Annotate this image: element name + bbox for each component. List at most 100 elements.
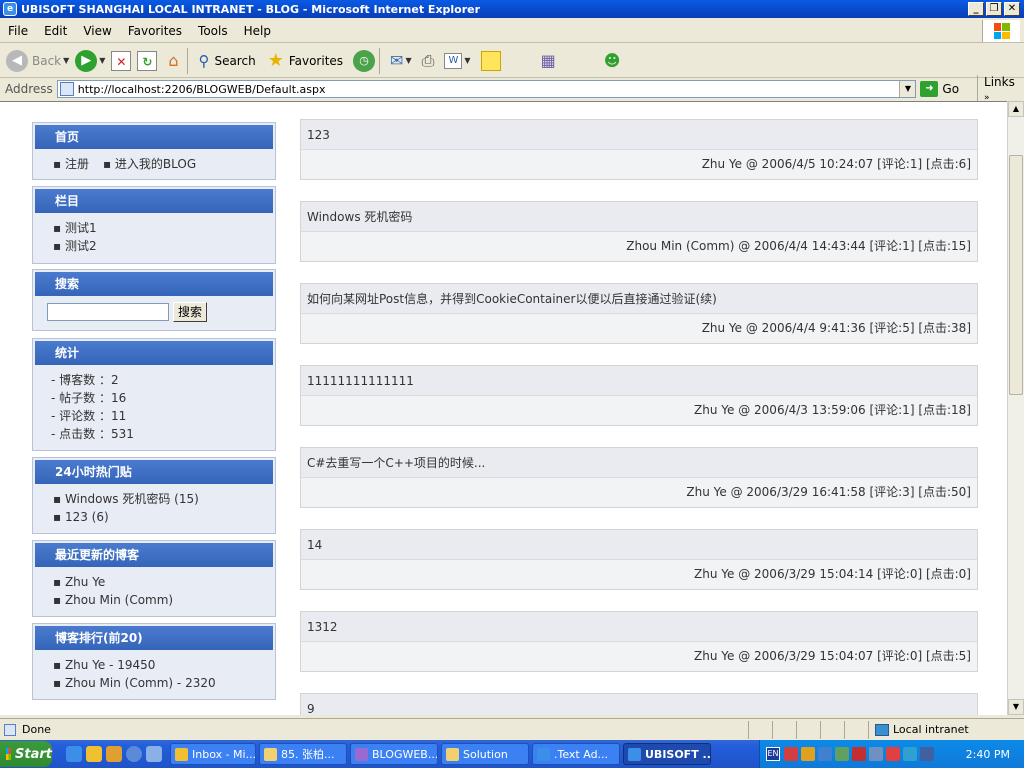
menu-view[interactable]: View	[75, 24, 119, 38]
forward-dropdown-icon[interactable]: ▼	[99, 56, 105, 65]
box-search: 搜索 搜索	[32, 269, 276, 331]
home-button[interactable]: ⌂	[163, 51, 183, 71]
category-link[interactable]: ▪ 测试1	[53, 219, 275, 237]
post-title-link[interactable]: 如何向某网址Post信息，并得到CookieContainer以便以后直接通过验…	[301, 284, 977, 314]
title-bar[interactable]: e UBISOFT SHANGHAI LOCAL INTRANET - BLOG…	[0, 0, 1024, 18]
recent-blog-link[interactable]: ▪ Zhu Ye	[53, 573, 275, 591]
back-button[interactable]: ◀ Back ▼	[6, 49, 69, 72]
outlook-icon	[175, 747, 188, 761]
outlook-quicklaunch-icon[interactable]	[86, 746, 102, 762]
my-blog-link[interactable]: ▪ 进入我的BLOG	[103, 155, 196, 173]
post-meta: Zhu Ye @ 2006/4/4 9:41:36 [评论:5] [点击:38]	[701, 321, 971, 335]
post-title-link[interactable]: 1312	[301, 612, 977, 642]
category-link[interactable]: ▪ 测试2	[53, 237, 275, 255]
tray-icon[interactable]	[903, 747, 917, 761]
favorites-button[interactable]: ★ Favorites	[268, 50, 343, 71]
language-indicator[interactable]: EN	[766, 747, 780, 761]
forward-button[interactable]: ▶ ▼	[75, 49, 105, 72]
tray-icons	[784, 747, 934, 761]
tray-icon[interactable]	[886, 747, 900, 761]
security-zone[interactable]: Local intranet	[868, 720, 1024, 739]
task-button-text-admin[interactable]: .Text Ad...	[532, 743, 620, 765]
tray-icon[interactable]	[920, 747, 934, 761]
task-button-solution[interactable]: Solution	[441, 743, 529, 765]
mail-dropdown-icon[interactable]: ▼	[405, 56, 411, 65]
search-button[interactable]: ⚲ Search	[198, 52, 255, 70]
start-button[interactable]: Start	[0, 741, 52, 767]
tray-icon[interactable]	[801, 747, 815, 761]
windows-logo	[982, 20, 1020, 42]
back-dropdown-icon[interactable]: ▼	[63, 56, 69, 65]
scroll-thumb[interactable]	[1009, 155, 1023, 395]
address-input[interactable]: http://localhost:2206/BLOGWEB/Default.as…	[56, 80, 917, 98]
hot-post-link[interactable]: ▪ Windows 死机密码 (15)	[53, 490, 275, 508]
close-button[interactable]: ✕	[1004, 2, 1020, 16]
recent-blog-link[interactable]: ▪ Zhou Min (Comm)	[53, 591, 275, 609]
print-button[interactable]: ⎙	[422, 51, 435, 71]
address-url[interactable]: http://localhost:2206/BLOGWEB/Default.as…	[78, 83, 326, 96]
box-stats: 统计 - 博客数 ：2 - 帖子数 ：16 - 评论数 ：11 - 点击数 ：5…	[32, 338, 276, 451]
mail-button[interactable]: ✉ ▼	[390, 51, 412, 70]
toolbar-separator	[187, 47, 189, 74]
search-submit-button[interactable]: 搜索	[173, 302, 208, 322]
menu-file[interactable]: File	[0, 24, 36, 38]
rank-blog-link[interactable]: ▪ Zhu Ye - 19450	[53, 656, 275, 674]
messenger-button[interactable]: ☻	[604, 51, 621, 70]
post-card: Windows 死机密码 Zhou Min (Comm) @ 2006/4/4 …	[300, 201, 978, 262]
task-button-zhang[interactable]: 85. 张柏...	[259, 743, 347, 765]
minimize-button[interactable]: _	[968, 2, 984, 16]
home-icon: ⌂	[168, 50, 179, 70]
search-input[interactable]	[47, 303, 169, 321]
app-quicklaunch-icon[interactable]	[146, 746, 162, 762]
research-button[interactable]: ▦	[541, 51, 556, 70]
vertical-scrollbar[interactable]: ▲ ▼	[1007, 101, 1024, 715]
ie-icon	[537, 747, 550, 761]
post-title-link[interactable]: 11111111111111	[301, 366, 977, 396]
stop-button[interactable]: ✕	[111, 50, 132, 71]
task-button-ubisoft[interactable]: UBISOFT ...	[623, 743, 711, 765]
box-recent: 最近更新的博客 ▪ Zhu Ye ▪ Zhou Min (Comm)	[32, 540, 276, 617]
post-title-link[interactable]: 14	[301, 530, 977, 560]
go-button[interactable]: ➜ Go	[920, 81, 959, 97]
scroll-down-icon[interactable]: ▼	[1008, 699, 1024, 715]
windows-flag-icon	[993, 23, 1010, 39]
task-button-inbox[interactable]: Inbox - Mi...	[170, 743, 256, 765]
address-dropdown-icon[interactable]: ▼	[899, 81, 916, 97]
media-quicklaunch-icon[interactable]	[126, 746, 142, 762]
tool-quicklaunch-icon[interactable]	[106, 746, 122, 762]
menu-tools[interactable]: Tools	[190, 24, 236, 38]
menu-favorites[interactable]: Favorites	[120, 24, 190, 38]
ie-quicklaunch-icon[interactable]	[66, 746, 82, 762]
refresh-icon: ↻	[137, 50, 158, 71]
post-title-link[interactable]: Windows 死机密码	[301, 202, 977, 232]
tray-icon[interactable]	[784, 747, 798, 761]
rank-blog-link[interactable]: ▪ Zhou Min (Comm) - 2320	[53, 674, 275, 692]
edit-button[interactable]: W ▼	[444, 52, 471, 69]
ie-app-icon[interactable]: e	[3, 2, 17, 16]
discuss-button[interactable]	[480, 50, 501, 71]
scroll-up-icon[interactable]: ▲	[1008, 101, 1024, 117]
tray-icon[interactable]	[835, 747, 849, 761]
menu-edit[interactable]: Edit	[36, 24, 75, 38]
tray-icon[interactable]	[818, 747, 832, 761]
register-link[interactable]: ▪ 注册	[53, 155, 89, 173]
history-button[interactable]: ◷	[353, 49, 376, 72]
task-buttons: Inbox - Mi... 85. 张柏... BLOGWEB... Solut…	[170, 743, 711, 765]
messenger-icon: ☻	[603, 51, 621, 70]
clock[interactable]: 2:40 PM	[966, 748, 1010, 761]
task-button-blogweb[interactable]: BLOGWEB...	[350, 743, 438, 765]
post-title-link[interactable]: 9	[301, 694, 977, 715]
edit-dropdown-icon[interactable]: ▼	[464, 56, 470, 65]
page-content[interactable]: 首页 ▪ 注册 ▪ 进入我的BLOG 栏目 ▪ 测试1 ▪ 测试2 搜索 搜索 …	[0, 101, 1007, 715]
post-title-link[interactable]: C#去重写一个C++项目的时候...	[301, 448, 977, 478]
tray-icon[interactable]	[869, 747, 883, 761]
stat-hits: - 点击数 ：531	[51, 427, 134, 441]
links-button[interactable]: Links »	[977, 75, 1024, 103]
menu-help[interactable]: Help	[236, 24, 279, 38]
tray-icon[interactable]	[852, 747, 866, 761]
post-title-link[interactable]: 123	[301, 120, 977, 150]
hot-post-link[interactable]: ▪ 123 (6)	[53, 508, 275, 526]
post-meta: Zhu Ye @ 2006/4/3 13:59:06 [评论:1] [点击:18…	[694, 403, 971, 417]
maximize-button[interactable]: ❐	[986, 2, 1002, 16]
refresh-button[interactable]: ↻	[137, 50, 158, 71]
